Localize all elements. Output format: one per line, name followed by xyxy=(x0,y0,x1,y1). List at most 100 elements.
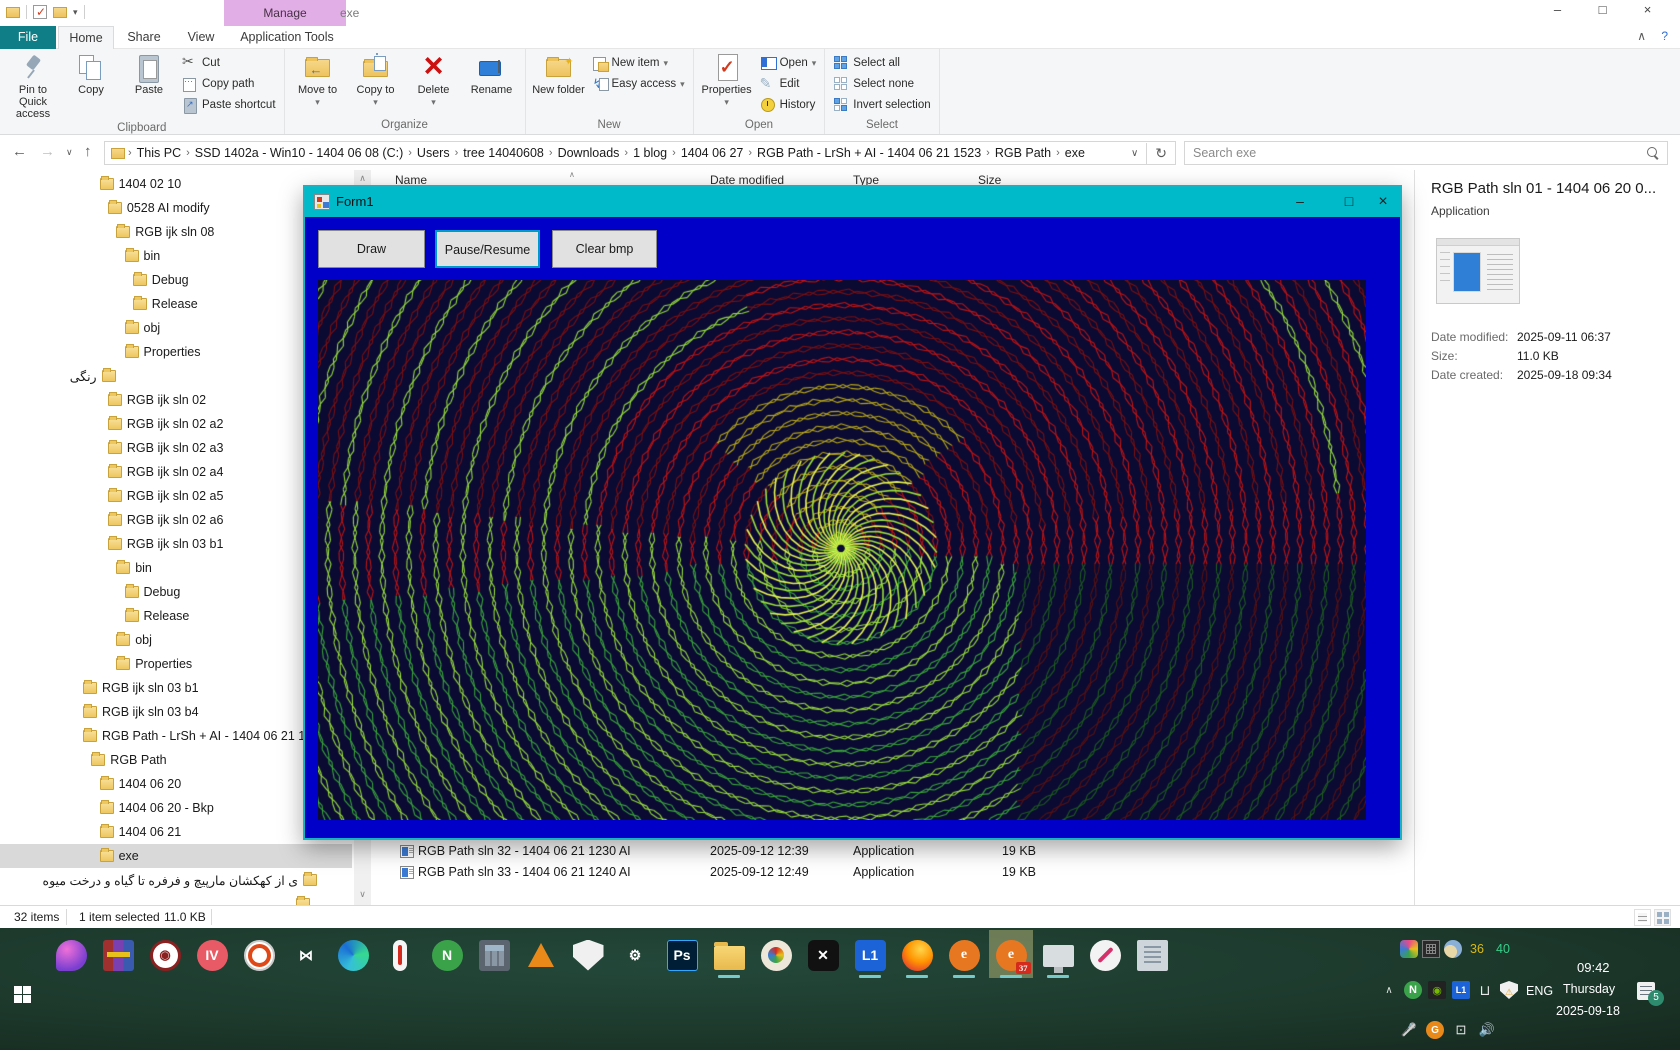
tree-item-0528-ai-modify[interactable]: 0528 AI modify xyxy=(108,196,210,220)
photo-colors-icon[interactable] xyxy=(1400,940,1418,958)
recent-locations-icon[interactable]: ∨ xyxy=(66,147,73,158)
tree-item-1404-02-10[interactable]: 1404 02 10 xyxy=(100,172,182,196)
invert-selection-button[interactable]: Invert selection xyxy=(833,96,930,114)
tree-item-1404-06-21[interactable]: 1404 06 21 xyxy=(100,820,182,844)
grid-icon[interactable] xyxy=(1422,940,1440,958)
taskbar-icon-orange-e[interactable]: e xyxy=(944,935,984,975)
taskbar-icon-notepad-n[interactable]: N xyxy=(427,935,467,975)
tree-item-exe[interactable]: exe xyxy=(0,844,352,868)
minimize-button[interactable]: – xyxy=(1535,0,1580,22)
clock-day[interactable]: Thursday xyxy=(1563,982,1615,996)
language-indicator[interactable]: ENG xyxy=(1526,984,1553,998)
address-bar[interactable]: ›This PC›SSD 1402a - Win10 - 1404 06 08 … xyxy=(104,141,1176,165)
speaker-icon[interactable]: 🔊 xyxy=(1478,1021,1496,1039)
file-row[interactable]: RGB Path sln 32 - 1404 06 21 1230 AI2025… xyxy=(372,841,1414,862)
form1-close-button[interactable]: × xyxy=(1366,191,1400,213)
tree-item-rgb-ijk-sln-08[interactable]: RGB ijk sln 08 xyxy=(116,220,214,244)
taskbar-icon-notes-app[interactable] xyxy=(1132,935,1172,975)
tree-item-debug[interactable]: Debug xyxy=(133,268,189,292)
tree-item-rgb-path[interactable]: RGB Path xyxy=(91,748,166,772)
tree-item-debug[interactable]: Debug xyxy=(125,580,181,604)
taskbar-icon-screen-recorder[interactable] xyxy=(239,935,279,975)
breadcrumb-item[interactable]: RGB Path xyxy=(991,146,1055,160)
nvidia-icon[interactable] xyxy=(1428,981,1446,999)
idm-icon[interactable]: G xyxy=(1426,1021,1444,1039)
breadcrumb-item[interactable]: 1404 06 27 xyxy=(677,146,748,160)
tree-item-rgb-path-lrsh-ai-1404-06-21-1523[interactable]: RGB Path - LrSh + AI - 1404 06 21 1523 xyxy=(83,724,326,748)
taskbar-icon-thermometer-app[interactable] xyxy=(380,935,420,975)
close-button[interactable]: × xyxy=(1625,0,1670,22)
taskbar-icon-x-app[interactable]: ✕ xyxy=(803,935,843,975)
tree-item-release[interactable]: Release xyxy=(125,604,190,628)
move-to-button[interactable]: ←Move to ▾ xyxy=(289,51,347,113)
taskbar-icon-orange-e-badged[interactable]: e37 xyxy=(991,935,1031,975)
tab-home[interactable]: Home xyxy=(58,26,114,49)
taskbar-icon-vlc[interactable] xyxy=(521,935,561,975)
tree-item-obj[interactable]: obj xyxy=(116,628,152,652)
refresh-icon[interactable]: ↻ xyxy=(1146,143,1175,164)
taskbar-icon-file-explorer[interactable] xyxy=(709,935,749,975)
details-view-button[interactable] xyxy=(1634,909,1651,926)
clock-date[interactable]: 2025-09-18 xyxy=(1556,1004,1620,1018)
clear-bmp-button[interactable]: Clear bmp xyxy=(552,230,657,268)
qat-newfolder-icon[interactable] xyxy=(53,7,67,18)
network-icon[interactable]: ⊡ xyxy=(1452,1021,1470,1039)
taskbar-icon-color-drop[interactable] xyxy=(51,935,91,975)
draw-button[interactable]: Draw xyxy=(318,230,425,268)
back-button-icon[interactable]: ← xyxy=(12,143,27,160)
tree-item-rgb-ijk-sln-02-a3[interactable]: RGB ijk sln 02 a3 xyxy=(108,436,224,460)
breadcrumb-item[interactable]: 1 blog xyxy=(629,146,671,160)
breadcrumb-item[interactable]: tree 14040608 xyxy=(459,146,548,160)
breadcrumb-item[interactable]: RGB Path - LrSh + AI - 1404 06 21 1523 xyxy=(753,146,985,160)
history-button[interactable]: History xyxy=(760,96,817,114)
taskbar-icon-calculator[interactable] xyxy=(474,935,514,975)
moon-icon[interactable] xyxy=(1444,940,1462,958)
form1-minimize-button[interactable]: – xyxy=(1283,191,1317,213)
tree-item-properties[interactable]: Properties xyxy=(125,340,201,364)
start-button[interactable] xyxy=(14,986,31,1003)
tree-item-rgb-ijk-sln-02-a5[interactable]: RGB ijk sln 02 a5 xyxy=(108,484,224,508)
usb-icon[interactable]: ⊔ xyxy=(1476,981,1494,999)
thumbnails-view-button[interactable] xyxy=(1654,909,1671,926)
breadcrumb-item[interactable]: This PC xyxy=(133,146,185,160)
form1-titlebar[interactable]: Form1 – □ × xyxy=(305,187,1400,217)
tree-item-release[interactable]: Release xyxy=(133,292,198,316)
search-box[interactable]: Search exe xyxy=(1184,141,1668,165)
tree-item-rgb-ijk-sln-03-b1[interactable]: RGB ijk sln 03 b1 xyxy=(108,532,224,556)
edit-button[interactable]: Edit xyxy=(760,75,817,93)
new-item-button[interactable]: New item▾ xyxy=(592,54,685,72)
breadcrumb-item[interactable]: Downloads xyxy=(554,146,624,160)
qat-properties-icon[interactable]: ✓ xyxy=(33,5,47,19)
paste-shortcut-button[interactable]: Paste shortcut xyxy=(182,96,276,114)
breadcrumb-item[interactable]: Users xyxy=(413,146,454,160)
defender-warning-icon[interactable] xyxy=(1500,981,1518,999)
select-none-button[interactable]: Select none xyxy=(833,75,930,93)
tab-share[interactable]: Share xyxy=(116,26,172,49)
copy-path-button[interactable]: Copy path xyxy=(182,75,276,93)
up-button-icon[interactable]: ↑ xyxy=(84,143,92,160)
tree-item--[interactable]: ی از کهکشان مارپیچ و فرفره تا گیاه و درخ… xyxy=(0,868,317,892)
search-icon[interactable] xyxy=(1647,147,1659,159)
tree-item-rgb-ijk-sln-02[interactable]: RGB ijk sln 02 xyxy=(108,388,206,412)
taskbar-icon-visual-studio[interactable]: ⋈ xyxy=(286,935,326,975)
tab-application-tools[interactable]: Application Tools xyxy=(228,26,346,49)
cut-button[interactable]: Cut xyxy=(182,54,276,72)
tree-item-1404-06-20-bkp[interactable]: 1404 06 20 - Bkp xyxy=(100,796,214,820)
qat-dropdown-icon[interactable]: ▾ xyxy=(73,7,78,18)
taskbar-icon-photoshop[interactable]: Ps xyxy=(662,935,702,975)
green-n-icon[interactable]: N xyxy=(1404,981,1422,999)
taskbar-icon-monitor-app[interactable] xyxy=(1038,935,1078,975)
scroll-down-icon[interactable]: ∨ xyxy=(354,886,371,903)
copy-button[interactable]: Copy xyxy=(62,51,120,113)
taskbar-icon-media-film[interactable] xyxy=(145,935,185,975)
l1-tray-icon[interactable]: L1 xyxy=(1452,981,1470,999)
paste-button[interactable]: Paste xyxy=(120,51,178,113)
pin-to-quick-access-button[interactable]: Pin to Quick access xyxy=(4,51,62,120)
rename-button[interactable]: Rename xyxy=(463,51,521,113)
mic-muted-icon[interactable]: 🎤 xyxy=(1400,1021,1418,1039)
taskbar-icon-defender-shield[interactable] xyxy=(568,935,608,975)
help-icon[interactable]: ? xyxy=(1661,29,1668,43)
tree-item--[interactable]: رنگی xyxy=(0,364,116,388)
pause-resume-button[interactable]: Pause/Resume xyxy=(435,230,540,268)
taskbar-icon-lightshot[interactable]: L1 xyxy=(850,935,890,975)
